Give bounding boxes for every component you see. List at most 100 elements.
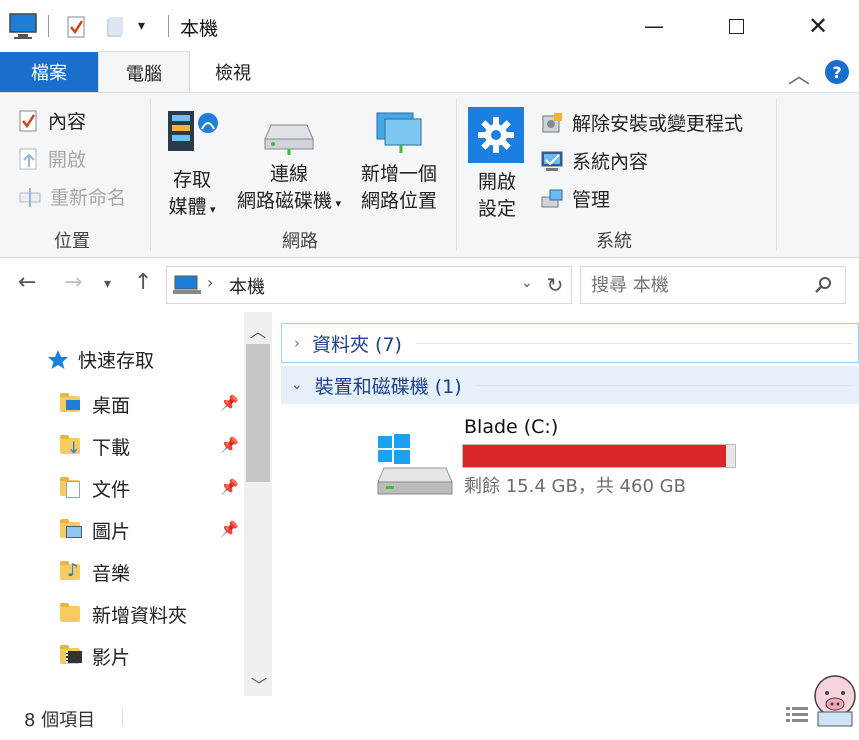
details-view-icon[interactable] — [786, 706, 808, 724]
recent-locations-button[interactable]: ▾ — [104, 276, 111, 292]
rename-button[interactable]: 重新命名 — [18, 183, 126, 210]
rename-icon — [19, 187, 41, 207]
dropdown-caret-icon: ▾ — [331, 197, 342, 210]
divider — [776, 99, 777, 251]
item-count: 8 個項目 — [24, 710, 96, 731]
system-properties-label: 系統內容 — [572, 151, 649, 173]
system-properties-button[interactable]: 系統內容 — [540, 147, 648, 174]
windows-drive-icon — [377, 434, 453, 495]
nav-quick-access[interactable]: 快速存取 — [46, 346, 154, 373]
properties-quick-icon[interactable] — [66, 15, 88, 39]
nav-item-music[interactable]: ♪ 音樂 — [60, 556, 130, 588]
search-box[interactable] — [580, 266, 846, 304]
tab-file[interactable]: 檔案 — [0, 52, 98, 92]
system-properties-icon — [541, 151, 563, 171]
maximize-button[interactable] — [713, 8, 759, 44]
scroll-down-icon[interactable]: ﹀ — [251, 672, 267, 696]
nav-item-desktop[interactable]: 桌面 — [60, 388, 130, 420]
scrollbar-thumb[interactable] — [246, 344, 270, 482]
divider — [150, 99, 151, 251]
nav-item-pictures[interactable]: 圖片 — [60, 514, 130, 546]
large-icons-view-icon[interactable] — [812, 666, 858, 736]
drive-usage-bar — [462, 444, 736, 468]
nav-item-label: 圖片 — [92, 520, 131, 543]
open-settings-label-line2: 設定 — [477, 198, 516, 220]
uninstall-program-button[interactable]: 解除安裝或變更程式 — [540, 109, 743, 136]
access-media-button[interactable]: 存取 媒體 ▾ — [162, 103, 222, 219]
documents-folder-icon — [60, 477, 82, 498]
pin-icon[interactable]: 📌 — [220, 478, 239, 496]
group-system-label: 系統 — [596, 231, 632, 252]
customize-quick-access-icon[interactable]: ▾ — [138, 18, 145, 34]
nav-item-downloads[interactable]: ↓ 下載 — [60, 430, 130, 462]
group-devices-label: 裝置和磁碟機 (1) — [314, 375, 462, 398]
open-icon — [19, 148, 37, 169]
map-drive-label-row: 網路磁碟機 ▾ — [230, 186, 348, 213]
address-bar[interactable]: › 本機 ⌄ — [166, 266, 541, 304]
arrow-left-icon: ← — [18, 270, 37, 295]
computer-icon[interactable] — [8, 12, 40, 40]
group-network-label: 網路 — [282, 231, 318, 252]
search-icon — [815, 277, 831, 293]
open-settings-label-line1: 開啟 — [477, 171, 516, 193]
nav-item-label: 新增資料夾 — [92, 604, 188, 627]
pictures-folder-icon — [60, 519, 82, 540]
drive-name: Blade (C:) — [464, 416, 559, 438]
close-button[interactable]: ✕ — [795, 8, 841, 44]
nav-item-documents[interactable]: 文件 — [60, 472, 130, 504]
network-location-icon — [376, 112, 422, 153]
manage-label: 管理 — [572, 189, 611, 211]
chevron-down-icon: ▾ — [104, 276, 112, 292]
forward-button[interactable]: → — [64, 270, 82, 295]
open-button[interactable]: 開啟 — [18, 145, 86, 172]
divider — [456, 99, 457, 251]
address-dropdown-icon[interactable]: ⌄ — [521, 275, 533, 291]
back-button[interactable]: ← — [18, 270, 36, 295]
uninstall-label: 解除安裝或變更程式 — [572, 113, 744, 135]
map-drive-label-line2: 網路磁碟機 — [236, 190, 332, 212]
help-icon[interactable]: ? — [825, 60, 849, 84]
drive-item[interactable]: Blade (C:) 剩餘 15.4 GB，共 460 GB — [372, 412, 742, 502]
media-icon — [168, 111, 218, 151]
refresh-button[interactable]: ↻ — [539, 266, 572, 304]
new-folder-quick-icon[interactable] — [104, 15, 126, 39]
computer-icon — [173, 275, 201, 294]
pin-icon[interactable]: 📌 — [220, 436, 239, 454]
collapse-ribbon-icon[interactable]: ︿ — [788, 58, 810, 90]
properties-button[interactable]: 內容 — [18, 107, 86, 134]
music-folder-icon: ♪ — [60, 561, 82, 582]
add-network-location-button[interactable]: 新增一個 網路位置 — [352, 109, 446, 213]
chevron-down-icon: ⌄ — [291, 377, 303, 393]
manage-button[interactable]: 管理 — [540, 185, 610, 212]
group-devices[interactable]: ⌄ 裝置和磁碟機 (1) — [281, 366, 859, 404]
tab-computer[interactable]: 電腦 — [98, 51, 190, 93]
up-button[interactable]: ↑ — [134, 270, 152, 295]
access-media-label-line2: 媒體 — [168, 196, 207, 218]
desktop-folder-icon — [60, 393, 82, 414]
refresh-icon: ↻ — [546, 273, 564, 297]
access-media-label-row: 媒體 ▾ — [162, 192, 222, 219]
tab-view[interactable]: 檢視 — [188, 52, 278, 92]
arrow-right-icon: → — [64, 270, 83, 295]
quick-access-label: 快速存取 — [78, 350, 155, 372]
close-icon: ✕ — [807, 12, 829, 40]
nav-item-videos[interactable]: 影片 — [60, 640, 130, 672]
open-settings-button[interactable]: 開啟 設定 — [468, 107, 526, 221]
divider — [122, 708, 123, 726]
nav-item-new-folder[interactable]: 新增資料夾 — [60, 598, 187, 630]
chevron-right-icon: › — [294, 334, 300, 352]
breadcrumb-separator-icon: › — [207, 273, 214, 292]
ribbon: 內容 開啟 重新命名 位置 存取 媒體 ▾ 連線 網路磁碟機 ▾ 新增一個 網路… — [0, 92, 859, 258]
minimize-button[interactable]: — — [631, 8, 677, 44]
downloads-folder-icon: ↓ — [60, 435, 82, 456]
properties-label: 內容 — [48, 111, 87, 133]
pin-icon[interactable]: 📌 — [220, 520, 239, 538]
breadcrumb-current[interactable]: 本機 — [229, 273, 265, 299]
search-input[interactable] — [589, 271, 813, 299]
scroll-up-icon[interactable]: ︿ — [250, 318, 266, 342]
group-folders[interactable]: › 資料夾 (7) — [281, 323, 859, 363]
pin-icon[interactable]: 📌 — [220, 394, 239, 412]
properties-icon — [19, 110, 37, 131]
map-network-drive-button[interactable]: 連線 網路磁碟機 ▾ — [230, 115, 348, 213]
group-folders-label: 資料夾 (7) — [312, 333, 402, 356]
